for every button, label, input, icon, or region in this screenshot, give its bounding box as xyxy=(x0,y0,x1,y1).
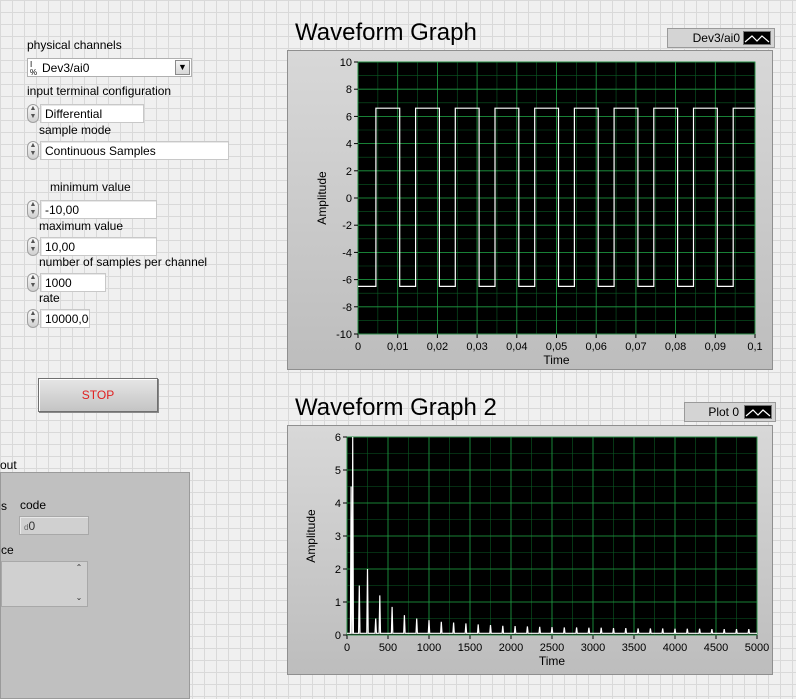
code-label: code xyxy=(20,498,47,512)
sample-mode-field[interactable]: Continuous Samples xyxy=(40,141,229,160)
physical-channels-label: physical channels xyxy=(27,38,122,52)
graph1-y-axis-label: Amplitude xyxy=(315,171,329,225)
graph1-legend[interactable]: Dev3/ai0 xyxy=(667,28,775,48)
status-label: s xyxy=(1,499,7,513)
maximum-value-label: maximum value xyxy=(39,219,124,233)
chevron-down-icon[interactable]: ▼ xyxy=(175,60,190,75)
graph2-x-tick-label: 2500 xyxy=(540,642,564,654)
graph1-y-tick-label: 10 xyxy=(340,57,352,69)
graph1-x-axis-label: Time xyxy=(543,353,570,367)
graph1-y-tick-label: -2 xyxy=(342,220,352,232)
graph1-x-tick-label: 0,06 xyxy=(585,341,606,353)
graph1-x-tick-label: 0,04 xyxy=(506,341,527,353)
graph1-legend-label: Dev3/ai0 xyxy=(692,31,740,45)
code-field: d0 xyxy=(19,516,89,535)
graph1-x-tick-label: 0,08 xyxy=(665,341,686,353)
increment-decrement-icon[interactable]: ▲ ▼ xyxy=(27,237,39,256)
graph1-plot[interactable]: 0 0,01 0,02 0,03 0,04 0,05 0,06 0,07 0,08 0,09 0,1… xyxy=(287,50,773,370)
sample-mode-label: sample mode xyxy=(39,123,112,137)
graph2-x-tick-label: 5000 xyxy=(745,642,769,654)
samples-per-channel-label: number of samples per channel xyxy=(39,255,208,269)
graph2-legend[interactable]: Plot 0 xyxy=(684,402,776,422)
io-name-icon: I% xyxy=(30,60,38,77)
graph1-y-tick-label: 2 xyxy=(346,166,352,178)
graph1-x-tick-label: 0,05 xyxy=(546,341,567,353)
graph1-x-tick-label: 0,03 xyxy=(466,341,487,353)
graph2-y-tick-label: 4 xyxy=(335,498,341,510)
code-value: 0 xyxy=(28,519,36,533)
plot-style-icon xyxy=(743,31,771,45)
graph2-x-tick-label: 4000 xyxy=(663,642,687,654)
graph2-y-tick-label: 3 xyxy=(335,531,341,543)
graph1-y-tick-label: -8 xyxy=(342,302,352,314)
scroll-up-icon[interactable]: ⌃ xyxy=(72,563,86,573)
graph1-x-tick-label: 0,09 xyxy=(705,341,726,353)
graph1-x-tick-label: 0,1 xyxy=(747,341,762,353)
graph2-y-tick-label: 0 xyxy=(335,630,341,642)
graph2-y-axis-label: Amplitude xyxy=(304,509,318,563)
graph2-y-tick-label: 6 xyxy=(335,432,341,444)
source-textbox[interactable]: ⌃ ⌄ xyxy=(1,561,88,607)
graph1-x-tick-label: 0,01 xyxy=(387,341,408,353)
error-out-cluster: s code d0 ce ⌃ ⌄ xyxy=(0,472,190,699)
minimum-value-field[interactable]: -10,00 xyxy=(40,200,157,219)
rate-label: rate xyxy=(39,291,60,305)
graph2-title: Waveform Graph 2 xyxy=(295,394,497,421)
graph2-y-tick-label: 2 xyxy=(335,564,341,576)
graph1-x-tick-label: 0,07 xyxy=(625,341,646,353)
graph2-x-axis-label: Time xyxy=(539,654,566,668)
physical-channels-value: Dev3/ai0 xyxy=(42,61,90,75)
graph1-y-tick-label: -6 xyxy=(342,275,352,287)
error-out-label: out xyxy=(0,458,17,472)
terminal-config-field[interactable]: Differential xyxy=(40,104,144,123)
graph2-x-tick-label: 4500 xyxy=(704,642,728,654)
graph2-legend-label: Plot 0 xyxy=(708,405,739,419)
graph2-plot[interactable]: 0 500 1000 1500 2000 2500 3000 3500 4000 4500 5000… xyxy=(287,425,773,675)
plot-style-icon xyxy=(744,405,772,419)
increment-decrement-icon[interactable]: ▲ ▼ xyxy=(27,273,39,292)
graph2-x-tick-label: 3000 xyxy=(581,642,605,654)
graph1-y-tick-label: 6 xyxy=(346,111,352,123)
graph2-x-tick-label: 1500 xyxy=(458,642,482,654)
physical-channels-control[interactable]: I% Dev3/ai0 ▼ xyxy=(27,58,192,77)
graph2-x-tick-label: 0 xyxy=(344,642,350,654)
stop-button[interactable]: STOP xyxy=(38,378,158,412)
graph2-x-tick-label: 2000 xyxy=(499,642,523,654)
graph2-y-tick-label: 5 xyxy=(335,465,341,477)
increment-decrement-icon[interactable]: ▲ ▼ xyxy=(27,200,39,219)
increment-decrement-icon[interactable]: ▲ ▼ xyxy=(27,104,39,123)
graph1-x-tick-label: 0 xyxy=(355,341,361,353)
rate-field[interactable]: 10000,00 xyxy=(40,309,90,328)
increment-decrement-icon[interactable]: ▲ ▼ xyxy=(27,309,39,328)
increment-decrement-icon[interactable]: ▲ ▼ xyxy=(27,141,39,160)
terminal-config-label: input terminal configuration xyxy=(27,84,172,98)
graph2-y-tick-label: 1 xyxy=(335,597,341,609)
graph1-y-tick-label: -4 xyxy=(342,247,352,259)
graph1-y-tick-label: 8 xyxy=(346,84,352,96)
graph1-x-tick-label: 0,02 xyxy=(427,341,448,353)
graph2-x-tick-label: 500 xyxy=(379,642,397,654)
maximum-value-field[interactable]: 10,00 xyxy=(40,237,157,256)
graph1-y-tick-label: 0 xyxy=(346,193,352,205)
graph2-x-tick-label: 1000 xyxy=(417,642,441,654)
samples-per-channel-field[interactable]: 1000 xyxy=(40,273,106,292)
minimum-value-label: minimum value xyxy=(50,180,131,194)
source-scrollbar[interactable]: ⌃ ⌄ xyxy=(72,563,86,605)
scroll-down-icon[interactable]: ⌄ xyxy=(72,593,86,603)
graph1-title: Waveform Graph xyxy=(295,19,477,46)
graph1-y-tick-label: -10 xyxy=(336,329,352,341)
graph1-y-tick-label: 4 xyxy=(346,139,352,151)
source-label: ce xyxy=(1,543,14,557)
graph2-x-tick-label: 3500 xyxy=(622,642,646,654)
